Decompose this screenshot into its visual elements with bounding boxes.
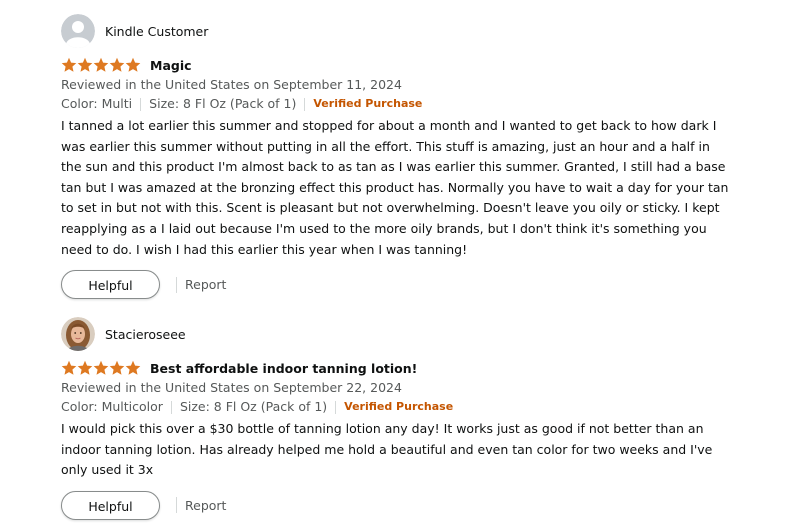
divider xyxy=(304,97,306,111)
review-format-strip: Color: Multicolor Size: 8 Fl Oz (Pack of… xyxy=(61,397,761,417)
size-variant[interactable]: Size: 8 Fl Oz (Pack of 1) xyxy=(180,397,327,417)
verified-purchase-badge[interactable]: Verified Purchase xyxy=(313,94,422,114)
review-title[interactable]: Magic xyxy=(150,58,192,73)
helpful-button[interactable]: Helpful xyxy=(61,270,160,300)
review-title[interactable]: Best affordable indoor tanning lotion! xyxy=(150,361,417,376)
review-card: Kindle Customer Magic Reviewed in the Un… xyxy=(61,14,761,300)
reviewer-profile[interactable]: Stacieroseee xyxy=(61,317,761,351)
star-rating[interactable] xyxy=(61,57,141,73)
divider xyxy=(170,400,172,414)
reviewer-name[interactable]: Stacieroseee xyxy=(105,327,186,342)
helpful-button[interactable]: Helpful xyxy=(61,490,160,520)
star-icon xyxy=(61,57,77,72)
star-icon xyxy=(77,360,93,375)
divider xyxy=(140,97,142,111)
default-person-icon xyxy=(61,14,95,48)
color-variant[interactable]: Color: Multicolor xyxy=(61,397,163,417)
color-variant[interactable]: Color: Multi xyxy=(61,94,132,114)
review-body: I tanned a lot earlier this summer and s… xyxy=(61,118,729,257)
star-icon xyxy=(125,57,141,72)
report-link[interactable]: Report xyxy=(185,498,226,513)
star-icon xyxy=(125,360,141,375)
review-date: Reviewed in the United States on Septemb… xyxy=(61,380,402,395)
star-icon xyxy=(109,360,125,375)
review-date: Reviewed in the United States on Septemb… xyxy=(61,77,402,92)
star-icon xyxy=(93,360,109,375)
report-link[interactable]: Report xyxy=(185,277,226,292)
divider xyxy=(176,497,177,514)
review-body: I would pick this over a $30 bottle of t… xyxy=(61,421,713,478)
size-variant[interactable]: Size: 8 Fl Oz (Pack of 1) xyxy=(149,94,296,114)
star-icon xyxy=(93,57,109,72)
star-rating[interactable] xyxy=(61,360,141,376)
divider xyxy=(335,400,337,414)
profile-photo xyxy=(61,317,95,351)
star-icon xyxy=(77,57,93,72)
verified-purchase-badge[interactable]: Verified Purchase xyxy=(344,397,453,417)
divider xyxy=(176,276,177,293)
star-icon xyxy=(61,360,77,375)
review-format-strip: Color: Multi Size: 8 Fl Oz (Pack of 1) V… xyxy=(61,94,761,114)
reviewer-profile[interactable]: Kindle Customer xyxy=(61,14,761,48)
star-icon xyxy=(109,57,125,72)
review-card: Stacieroseee Best affordable indoor tann… xyxy=(61,317,761,521)
reviewer-name[interactable]: Kindle Customer xyxy=(105,24,208,39)
